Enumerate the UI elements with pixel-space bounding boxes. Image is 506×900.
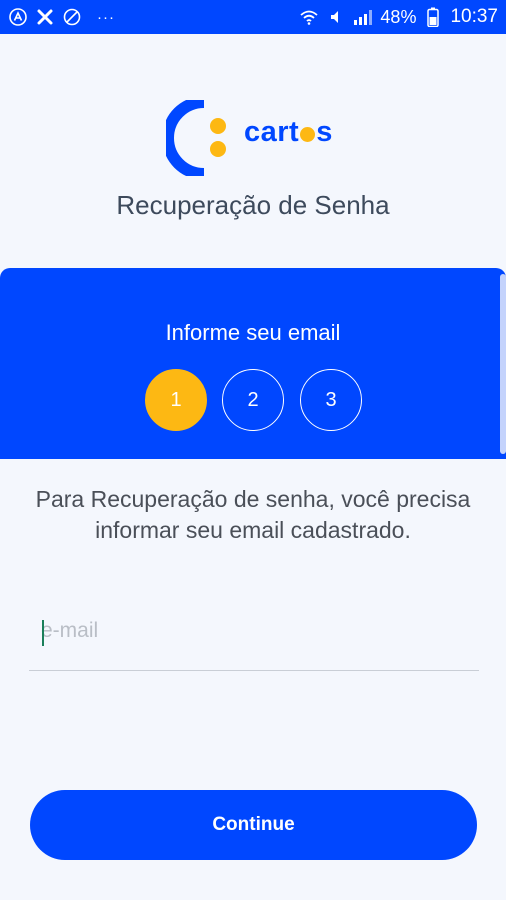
cartos-logo: cart s bbox=[166, 100, 346, 176]
email-input[interactable] bbox=[29, 606, 479, 656]
battery-percent: 48% bbox=[380, 6, 417, 27]
logo-wordmark-suffix: s bbox=[316, 116, 333, 148]
clock-time: 10:37 bbox=[450, 6, 498, 27]
text-cursor bbox=[42, 620, 44, 646]
status-bar: ··· 48% 10:37 bbox=[0, 0, 506, 34]
status-right: 48% 10:37 bbox=[299, 6, 498, 28]
app-a-icon bbox=[8, 7, 28, 27]
mute-icon bbox=[326, 7, 346, 27]
email-field-wrapper bbox=[29, 606, 479, 671]
step-3: 3 bbox=[300, 369, 362, 431]
scroll-indicator[interactable] bbox=[500, 274, 506, 454]
no-symbol-icon bbox=[62, 7, 82, 27]
wifi-icon bbox=[299, 7, 319, 27]
steps-title: Informe seu email bbox=[165, 320, 341, 345]
notification-dots: ··· bbox=[97, 8, 115, 26]
page-title: Recuperação de Senha bbox=[116, 190, 390, 220]
steps-panel: Informe seu email 1 2 3 bbox=[0, 268, 506, 459]
step-2: 2 bbox=[222, 369, 284, 431]
battery-icon bbox=[423, 7, 443, 27]
logo-wordmark: cart s bbox=[244, 116, 333, 149]
status-left: ··· bbox=[8, 7, 115, 27]
logo-o-dot bbox=[300, 127, 316, 142]
cartos-logo-mark bbox=[166, 100, 226, 176]
instruction-text: Para Recuperação de senha, você precisa … bbox=[35, 486, 471, 543]
step-1: 1 bbox=[145, 369, 207, 431]
continue-button[interactable]: Continue bbox=[30, 790, 477, 860]
logo-wordmark-prefix: cart bbox=[244, 116, 300, 148]
password-recovery-screen: ··· 48% 10:37 cart s Recuperação de Senh… bbox=[0, 0, 506, 900]
x-icon bbox=[35, 7, 55, 27]
signal-icon bbox=[353, 7, 373, 27]
